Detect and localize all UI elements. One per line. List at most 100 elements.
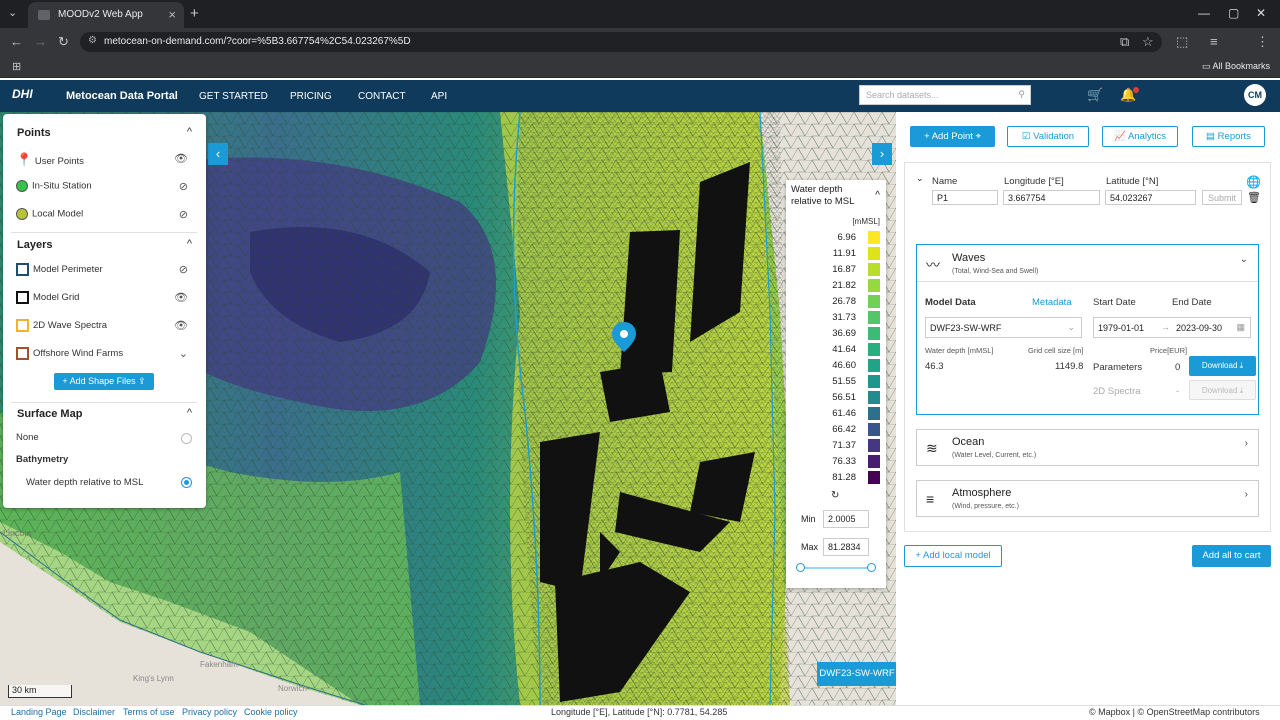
nav-api[interactable]: API bbox=[431, 91, 447, 102]
layers-header: Layers bbox=[17, 239, 53, 251]
eye-off-icon[interactable]: ⊘ bbox=[179, 208, 188, 221]
radio-none[interactable] bbox=[181, 433, 192, 444]
nav-get-started[interactable]: GET STARTED bbox=[199, 91, 268, 102]
points-header: Points bbox=[17, 127, 51, 139]
reset-icon[interactable]: ↻ bbox=[831, 490, 839, 501]
surface-option-none[interactable]: None bbox=[16, 432, 39, 448]
dhi-logo[interactable]: DHI bbox=[12, 87, 33, 101]
all-bookmarks[interactable]: ▭ All Bookmarks bbox=[1202, 61, 1270, 72]
download-parameters-button[interactable]: Download ⤓ bbox=[1189, 356, 1256, 376]
extensions-icon[interactable]: ⬚ bbox=[1176, 34, 1188, 50]
apps-grid-icon[interactable]: ⊞ bbox=[12, 60, 21, 73]
close-tab-icon[interactable]: × bbox=[168, 7, 176, 22]
minimize-icon[interactable]: — bbox=[1198, 6, 1210, 20]
eye-off-icon[interactable]: ⊘ bbox=[179, 263, 188, 276]
avatar[interactable]: CM bbox=[1244, 84, 1266, 106]
footer-link-cookie[interactable]: Cookie policy bbox=[244, 707, 298, 717]
chevron-up-icon[interactable]: ^ bbox=[875, 190, 880, 201]
submit-button[interactable]: Submit bbox=[1202, 190, 1242, 205]
date-range-picker[interactable]: 1979-01-01 → 2023-09-30 ▦ bbox=[1093, 317, 1251, 338]
globe-icon[interactable]: 🌐 bbox=[1246, 175, 1261, 189]
footer-link-disclaimer[interactable]: Disclaimer bbox=[73, 707, 115, 717]
footer-link-landing[interactable]: Landing Page bbox=[11, 707, 67, 717]
latitude-input[interactable]: 54.023267 bbox=[1105, 190, 1196, 205]
points-item-insitu[interactable]: In-Situ Station bbox=[16, 180, 92, 196]
legend-swatch bbox=[868, 455, 880, 468]
chevron-down-icon[interactable]: ⌄ bbox=[916, 173, 924, 184]
model-select[interactable]: DWF23-SW-WRF ⌄ bbox=[925, 317, 1082, 338]
folder-icon: ▭ bbox=[1201, 61, 1213, 71]
bookmark-star-icon[interactable]: ☆ bbox=[1142, 34, 1154, 50]
layer-item-model-perimeter[interactable]: Model Perimeter bbox=[16, 263, 103, 279]
map-attribution[interactable]: © Mapbox | © OpenStreetMap contributors bbox=[1089, 707, 1260, 717]
chevron-down-icon[interactable]: ⌄ bbox=[179, 347, 188, 360]
chevron-right-icon[interactable]: › bbox=[1245, 438, 1248, 449]
analytics-button[interactable]: 📈 Analytics bbox=[1102, 126, 1178, 147]
validation-button[interactable]: ☑ Validation bbox=[1007, 126, 1089, 147]
nav-pricing[interactable]: PRICING bbox=[290, 91, 332, 102]
portal-title[interactable]: Metocean Data Portal bbox=[66, 90, 178, 102]
tab-search-icon[interactable]: ⌄ bbox=[8, 6, 17, 19]
range-slider-min-handle[interactable] bbox=[796, 563, 805, 572]
url-bar[interactable]: ⚙ metocean-on-demand.com/?coor=%5B3.6677… bbox=[80, 32, 1162, 52]
chevron-up-icon[interactable]: ^ bbox=[187, 407, 192, 419]
chevron-down-icon[interactable]: ⌄ bbox=[1240, 254, 1248, 265]
layer-item-wind-farms[interactable]: Offshore Wind Farms bbox=[16, 347, 123, 363]
close-window-icon[interactable]: ✕ bbox=[1256, 6, 1266, 20]
forward-icon[interactable]: → bbox=[34, 34, 47, 49]
eye-icon[interactable]: 👁 bbox=[174, 319, 188, 332]
legend-value: 81.28 bbox=[832, 472, 856, 483]
browser-tab[interactable]: MOODv2 Web App × bbox=[28, 2, 184, 28]
add-shape-files-button[interactable]: + Add Shape Files ⇪ bbox=[54, 373, 154, 390]
max-input[interactable]: 81.2834 bbox=[823, 538, 869, 556]
points-item-user[interactable]: 📍 User Points bbox=[16, 152, 84, 168]
metadata-link[interactable]: Metadata bbox=[1032, 297, 1072, 308]
min-input[interactable]: 2.0005 bbox=[823, 510, 869, 528]
chevron-right-icon[interactable]: › bbox=[1245, 489, 1248, 500]
site-info-icon[interactable]: ⚙ bbox=[88, 35, 97, 46]
chevron-up-icon[interactable]: ^ bbox=[187, 238, 192, 250]
radio-water-depth[interactable] bbox=[181, 477, 192, 488]
cart-icon[interactable]: 🛒 bbox=[1087, 87, 1103, 103]
install-icon[interactable]: ⧉ bbox=[1120, 34, 1129, 50]
footer-link-terms[interactable]: Terms of use bbox=[123, 707, 175, 717]
range-slider-max-handle[interactable] bbox=[867, 563, 876, 572]
surface-option-water-depth[interactable]: Water depth relative to MSL bbox=[26, 477, 143, 493]
longitude-input[interactable]: 3.667754 bbox=[1003, 190, 1100, 205]
atmosphere-card[interactable]: ≡ Atmosphere (Wind, pressure, etc.) › bbox=[916, 480, 1259, 517]
back-icon[interactable]: ← bbox=[10, 34, 23, 49]
menu-icon[interactable]: ⋮ bbox=[1256, 34, 1269, 50]
legend-row: 21.82 bbox=[786, 279, 886, 293]
reports-button[interactable]: ▤ Reports bbox=[1192, 126, 1265, 147]
new-tab-icon[interactable]: + bbox=[190, 5, 199, 22]
add-all-to-cart-button[interactable]: Add all to cart bbox=[1192, 545, 1271, 567]
eye-icon[interactable]: 👁 bbox=[174, 152, 188, 165]
eye-icon[interactable]: 👁 bbox=[174, 291, 188, 304]
end-date-value: 2023-09-30 bbox=[1176, 323, 1223, 333]
layer-item-wave-spectra[interactable]: 2D Wave Spectra bbox=[16, 319, 107, 335]
nav-contact[interactable]: CONTACT bbox=[358, 91, 406, 102]
eye-off-icon[interactable]: ⊘ bbox=[179, 180, 188, 193]
point-name-input[interactable]: P1 bbox=[932, 190, 998, 205]
chevron-up-icon[interactable]: ^ bbox=[187, 126, 192, 138]
reload-icon[interactable]: ↻ bbox=[58, 34, 69, 50]
legend-value: 21.82 bbox=[832, 280, 856, 291]
add-point-button[interactable]: + Add Point ⌖ bbox=[910, 126, 995, 147]
expand-right-panel-button[interactable]: › bbox=[872, 143, 892, 165]
range-slider-track[interactable] bbox=[801, 567, 871, 569]
add-local-model-button[interactable]: + Add local model bbox=[904, 545, 1002, 567]
search-input[interactable]: Search datasets... ⚲ bbox=[859, 85, 1031, 105]
ocean-card[interactable]: ≋ Ocean (Water Level, Current, etc.) › bbox=[916, 429, 1259, 466]
notification-bell-icon[interactable]: 🔔 bbox=[1120, 87, 1140, 103]
collapse-left-panel-button[interactable]: ‹ bbox=[208, 143, 228, 165]
footer-link-privacy[interactable]: Privacy policy bbox=[182, 707, 237, 717]
waves-title[interactable]: Waves bbox=[952, 252, 985, 264]
reading-list-icon[interactable]: ≡ bbox=[1210, 34, 1218, 49]
model-tag[interactable]: DWF23-SW-WRF bbox=[817, 662, 897, 686]
layer-item-model-grid[interactable]: Model Grid bbox=[16, 291, 79, 307]
trash-icon[interactable]: 🗑 bbox=[1247, 191, 1261, 204]
download-spectra-button[interactable]: Download ⤓ bbox=[1189, 380, 1256, 400]
legend-swatch bbox=[868, 423, 880, 436]
maximize-icon[interactable]: ▢ bbox=[1228, 6, 1239, 20]
points-item-local-model[interactable]: Local Model bbox=[16, 208, 83, 224]
